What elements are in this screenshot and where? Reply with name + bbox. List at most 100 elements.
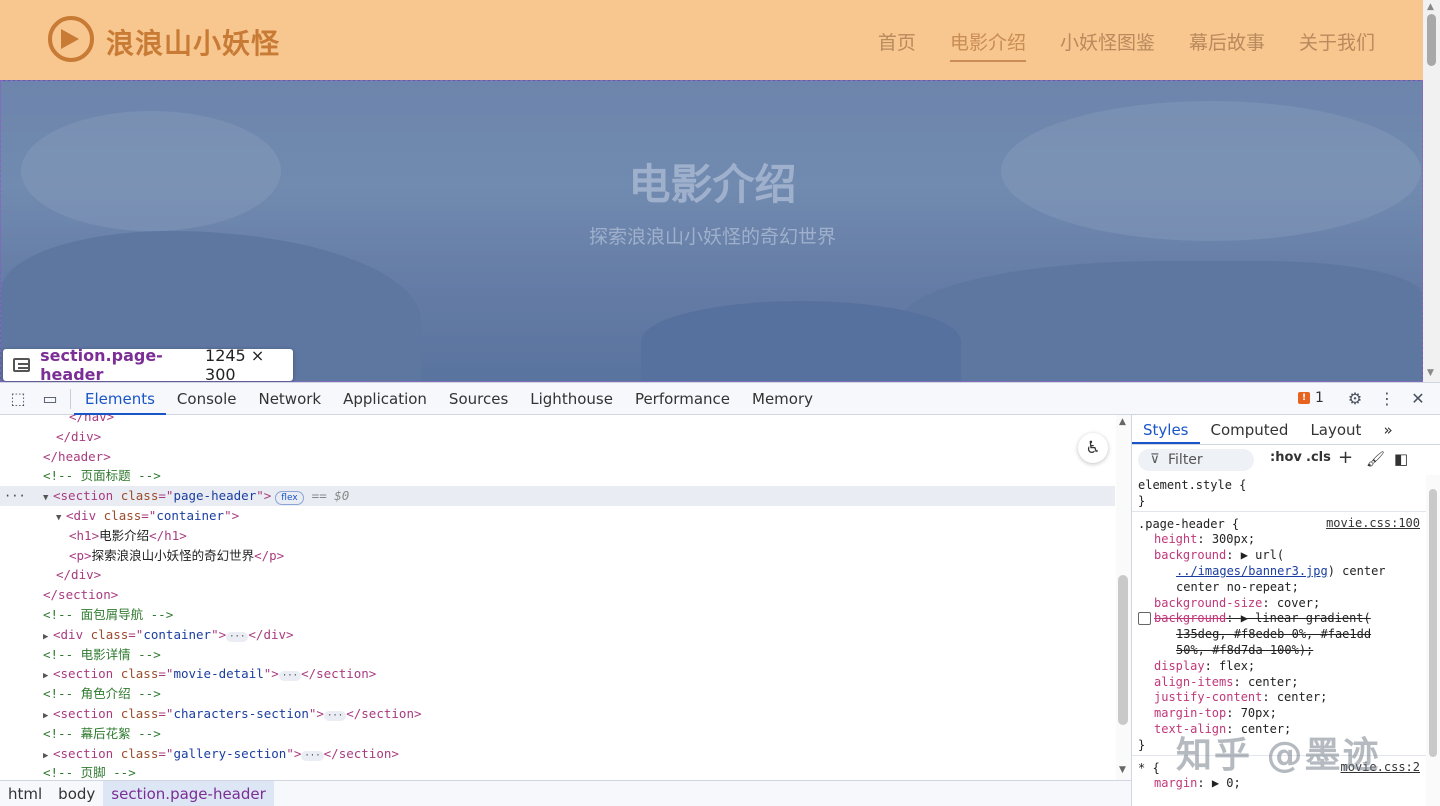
tab-console[interactable]: Console <box>166 383 248 415</box>
dom-node-line[interactable]: </div> <box>0 427 1115 447</box>
page-scrollbar-thumb[interactable] <box>1427 14 1436 66</box>
tab-performance[interactable]: Performance <box>624 383 741 415</box>
tab-layout[interactable]: Layout <box>1299 415 1372 444</box>
nav-link-home[interactable]: 首页 <box>878 28 916 55</box>
styles-scrollbar-thumb[interactable] <box>1429 489 1437 757</box>
tab-lighthouse[interactable]: Lighthouse <box>519 383 624 415</box>
inspect-element-icon[interactable]: ⬚ <box>8 389 28 409</box>
new-rule-plus-icon[interactable]: + <box>1338 447 1353 468</box>
tree-scroll-down-icon[interactable]: ▼ <box>1119 765 1126 775</box>
tree-scroll-up-icon[interactable]: ▲ <box>1119 417 1126 427</box>
device-toolbar-icon[interactable]: ▭ <box>40 389 60 409</box>
dom-node-line[interactable]: ▶ <section class="characters-section"> ···… <box>0 704 1115 724</box>
rule-source-link[interactable]: movie.css:100 <box>1326 516 1420 530</box>
css-property-name[interactable]: align-items <box>1154 675 1233 689</box>
dom-node-line[interactable]: </section> <box>0 585 1115 605</box>
property-toggle-checkbox[interactable] <box>1138 612 1151 626</box>
settings-gear-icon[interactable]: ⚙ <box>1345 389 1365 409</box>
node-actions-icon[interactable]: ··· <box>4 486 26 506</box>
collapsed-content-button[interactable]: ··· <box>323 711 347 721</box>
tab-memory[interactable]: Memory <box>741 383 824 415</box>
dom-node-line[interactable]: ▼ <div class="container"> <box>0 506 1115 526</box>
page-scrollbar[interactable]: ▲ ▼ <box>1423 0 1440 382</box>
nav-link-movie-intro[interactable]: 电影介绍 <box>949 28 1026 62</box>
scroll-down-icon[interactable]: ▼ <box>1427 368 1434 378</box>
toggle-sidebar-icon[interactable]: ◧ <box>1394 450 1408 468</box>
css-property-value[interactable]: 70px; <box>1241 706 1277 720</box>
site-title[interactable]: 浪浪山小妖怪 <box>106 22 280 62</box>
css-property-name[interactable]: justify-content <box>1154 690 1262 704</box>
elements-scrollbar[interactable]: ▲ ▼ <box>1116 415 1131 780</box>
tab-computed[interactable]: Computed <box>1200 415 1300 444</box>
css-property-value[interactable]: center; <box>1277 690 1328 704</box>
dom-node-line[interactable]: <!-- 角色介绍 --> <box>0 684 1115 704</box>
dom-node-line[interactable]: </nav> <box>0 415 1115 427</box>
nav-link-about[interactable]: 关于我们 <box>1299 28 1375 55</box>
elements-scrollbar-thumb[interactable] <box>1118 575 1128 725</box>
more-options-icon[interactable]: ⋮ <box>1377 389 1397 409</box>
styles-filter-input[interactable]: Filter <box>1138 449 1254 471</box>
css-property-value[interactable]: center; <box>1248 675 1299 689</box>
css-property-value[interactable]: center no-repeat; <box>1176 580 1299 594</box>
universal-selector[interactable]: * { <box>1138 761 1160 775</box>
css-property-value[interactable]: flex; <box>1219 659 1255 673</box>
dom-node-line[interactable]: ▶ <section class="movie-detail"> ··· </sect… <box>0 664 1115 684</box>
dom-node-line[interactable]: <p>探索浪浪山小妖怪的奇幻世界</p> <box>0 546 1115 566</box>
tab-application[interactable]: Application <box>332 383 438 415</box>
rule-selector[interactable]: .page-header { <box>1138 517 1239 531</box>
attr-close: "> <box>211 626 227 642</box>
css-property-name[interactable]: background-size <box>1154 596 1262 610</box>
close-devtools-icon[interactable]: ✕ <box>1408 389 1428 409</box>
css-property-name[interactable]: background <box>1154 548 1226 562</box>
hov-toggle[interactable]: :hov <box>1270 450 1302 465</box>
nav-link-behind-scenes[interactable]: 幕后故事 <box>1189 28 1265 55</box>
css-property-value[interactable]: 300px; <box>1212 532 1255 546</box>
css-property-name[interactable]: display <box>1154 659 1205 673</box>
dom-node-line[interactable]: </header> <box>0 447 1115 467</box>
attr-name: class <box>120 488 159 504</box>
dom-node-line[interactable]: <!-- 幕后花絮 --> <box>0 724 1115 744</box>
collapsed-content-button[interactable]: ··· <box>278 671 302 682</box>
css-property-name[interactable]: height <box>1154 532 1197 546</box>
css-property-value[interactable]: ../images/banner3.jpg <box>1176 564 1328 578</box>
dom-node-line[interactable]: <!-- 页脚 --> <box>0 763 1115 780</box>
flex-badge[interactable]: flex <box>275 491 304 506</box>
css-property-name[interactable]: margin <box>1154 776 1197 790</box>
dom-node-line[interactable]: <h1>电影介绍</h1> <box>0 526 1115 546</box>
css-property-value[interactable]: ▶ url( <box>1241 548 1284 562</box>
styles-scrollbar[interactable] <box>1426 475 1440 806</box>
collapsed-content-button[interactable]: ··· <box>226 631 249 642</box>
css-property-value[interactable]: 135deg, #f8edeb 0%, #fae1dd <box>1176 627 1371 641</box>
tab-network[interactable]: Network <box>247 383 332 415</box>
crumb-section-page-header[interactable]: section.page-header <box>103 781 274 806</box>
css-property-value[interactable]: 50%, #f8d7da 100%); <box>1176 643 1313 657</box>
issues-badge[interactable]: ! 1 <box>1298 390 1324 406</box>
css-property-name[interactable]: background <box>1154 611 1226 625</box>
css-line: } <box>1138 493 1145 509</box>
more-tabs-chevron-icon[interactable]: » <box>1372 415 1403 444</box>
dom-node-line[interactable]: <!-- 页面标题 --> <box>0 466 1115 486</box>
dom-node-line[interactable]: <!-- 电影详情 --> <box>0 645 1115 665</box>
paint-brush-icon[interactable]: 🖌 <box>1366 450 1385 468</box>
dom-node-line[interactable]: <!-- 面包屑导航 --> <box>0 605 1115 625</box>
tab-styles[interactable]: Styles <box>1132 415 1200 444</box>
css-property-value[interactable]: ▶ linear-gradient( <box>1241 611 1371 625</box>
element-style-selector[interactable]: element.style { <box>1138 478 1246 492</box>
dom-node-line[interactable]: ▶ <div class="container"> ··· </div> <box>0 625 1115 645</box>
crumb-body[interactable]: body <box>50 781 103 806</box>
dom-node-line[interactable]: ··· ▼ <section class="page-header"> flex == … <box>0 486 1115 507</box>
css-property-value[interactable]: ▶ 0; <box>1212 776 1241 790</box>
css-property-name[interactable]: margin-top <box>1154 706 1226 720</box>
cls-toggle[interactable]: .cls <box>1306 450 1331 465</box>
scroll-up-icon[interactable]: ▲ <box>1427 2 1434 12</box>
logo-icon[interactable] <box>48 16 94 62</box>
accessibility-tree-icon[interactable]: ♿ <box>1078 433 1108 463</box>
tab-sources[interactable]: Sources <box>438 383 519 415</box>
tab-elements[interactable]: Elements <box>74 383 166 415</box>
nav-link-gallery[interactable]: 小妖怪图鉴 <box>1060 28 1155 55</box>
css-property-value[interactable]: cover; <box>1277 596 1320 610</box>
dom-node-line[interactable]: </div> <box>0 565 1115 585</box>
collapsed-content-button[interactable]: ··· <box>301 750 324 761</box>
dom-node-line[interactable]: ▶ <section class="gallery-section"> ··· </s… <box>0 744 1115 764</box>
crumb-html[interactable]: html <box>0 781 50 806</box>
